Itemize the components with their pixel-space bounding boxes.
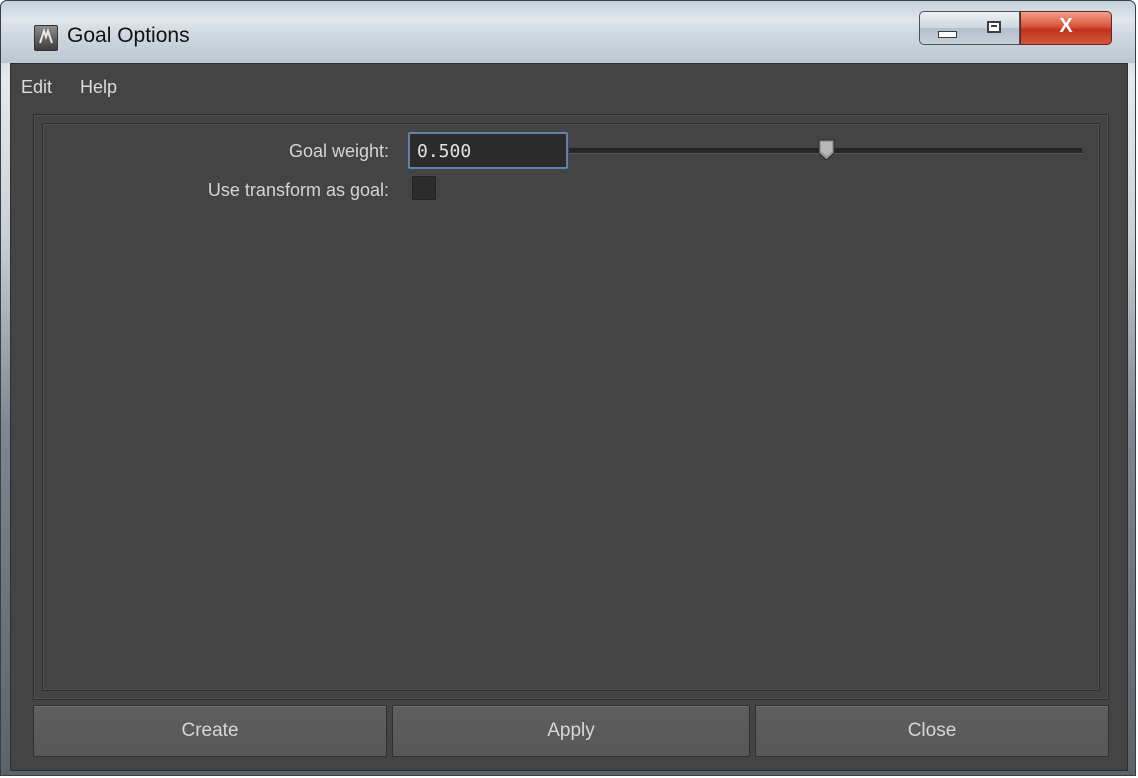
maximize-icon — [987, 21, 1001, 33]
create-button[interactable]: Create — [33, 705, 387, 757]
use-transform-label: Use transform as goal: — [207, 180, 389, 200]
goal-weight-input[interactable]: 0.500 — [408, 132, 568, 169]
window-client-area: Edit Help Goal weight: 0.500 Use transfo… — [10, 63, 1128, 771]
options-panel-inner — [42, 123, 1100, 691]
close-icon: X — [1059, 15, 1073, 37]
apply-button[interactable]: Apply — [392, 705, 750, 757]
menu-help[interactable]: Help — [80, 77, 117, 98]
app-icon — [34, 25, 58, 51]
minimize-button[interactable] — [919, 11, 971, 45]
window-close-button[interactable]: X — [1020, 11, 1112, 45]
title-bar[interactable]: Goal Options X — [1, 1, 1135, 63]
maximize-button[interactable] — [970, 11, 1020, 45]
menu-edit[interactable]: Edit — [21, 77, 52, 98]
menu-bar: Edit Help — [11, 64, 1127, 106]
slider-thumb[interactable] — [818, 139, 835, 161]
goal-weight-label: Goal weight: — [288, 141, 389, 161]
minimize-icon — [938, 31, 957, 38]
goal-options-window: Goal Options X Edit Help Goal weight: 0.… — [0, 0, 1136, 776]
window-controls: X — [919, 11, 1112, 47]
options-panel — [33, 114, 1109, 700]
close-button[interactable]: Close — [755, 705, 1109, 757]
use-transform-checkbox[interactable] — [412, 176, 436, 200]
window-title: Goal Options — [67, 24, 190, 47]
goal-weight-slider[interactable] — [569, 139, 1082, 161]
